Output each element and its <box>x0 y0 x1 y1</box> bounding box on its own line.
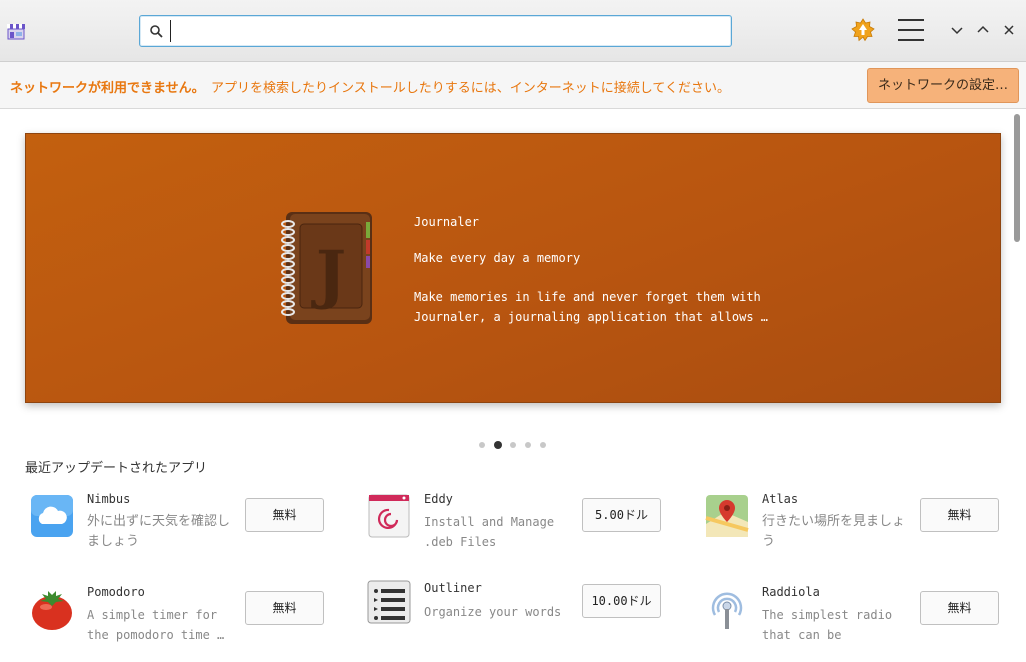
debian-icon <box>368 494 410 538</box>
featured-banner[interactable]: J Journaler Make every day a memory Make… <box>25 133 1001 403</box>
app-tile-eddy[interactable]: Eddy Install and Manage .deb Files 5.00ド… <box>367 492 667 574</box>
network-warning-message: アプリを検索したりインストールしたりするには、インターネットに接続してください。 <box>211 81 730 96</box>
app-summary: Install and Manage .deb Files <box>424 515 555 549</box>
radio-icon <box>711 592 743 629</box>
purchase-button[interactable]: 5.00ドル <box>582 498 661 532</box>
install-button[interactable]: 無料 <box>245 591 324 625</box>
app-tile-atlas[interactable]: Atlas 行きたい場所を見ましょう 無料 <box>705 492 1005 574</box>
updates-badge-icon[interactable] <box>851 18 875 42</box>
pager-dot-active[interactable] <box>494 441 502 449</box>
cloud-icon <box>31 495 73 537</box>
recently-updated-heading: 最近アップデートされたアプリ <box>25 461 208 476</box>
app-name: Pomodoro <box>87 585 145 599</box>
outline-list-icon <box>367 580 411 624</box>
app-summary: A simple timer for the pomodoro time … <box>87 608 225 642</box>
app-tile-pomodoro[interactable]: Pomodoro A simple timer for the pomodoro… <box>30 585 330 662</box>
install-button[interactable]: 無料 <box>920 498 999 532</box>
network-settings-button[interactable]: ネットワークの設定… <box>867 68 1019 103</box>
maximize-icon[interactable] <box>976 23 990 37</box>
pager-dot[interactable] <box>479 442 485 448</box>
app-summary: Organize your words <box>424 605 562 619</box>
journal-icon: J <box>281 212 372 324</box>
app-name: Raddiola <box>762 585 820 599</box>
app-tile-raddiola[interactable]: Raddiola The simplest radio that can be … <box>705 585 1005 662</box>
search-input[interactable] <box>170 20 720 42</box>
search-field[interactable] <box>139 15 732 47</box>
tomato-icon <box>32 591 72 630</box>
app-name: Atlas <box>762 492 799 506</box>
app-summary: 行きたい場所を見ましょう <box>762 514 906 549</box>
svg-text:J: J <box>311 237 346 312</box>
purchase-button[interactable]: 10.00ドル <box>582 584 661 618</box>
pager-dot[interactable] <box>525 442 531 448</box>
app-name: Eddy <box>424 492 453 506</box>
pager-dot[interactable] <box>540 442 546 448</box>
search-icon <box>150 25 163 38</box>
appcenter-icon <box>7 24 25 40</box>
menu-icon[interactable] <box>898 19 924 43</box>
app-summary: 外に出ずに天気を確認しましょう <box>87 514 231 549</box>
minimize-icon[interactable] <box>950 23 964 37</box>
install-button[interactable]: 無料 <box>245 498 324 532</box>
banner-app-summary: Make every day a memory <box>414 251 581 265</box>
pager-dot[interactable] <box>510 442 516 448</box>
close-icon[interactable] <box>1002 23 1016 37</box>
app-summary: The simplest radio that can be <box>762 608 893 642</box>
network-warning-bar: ネットワークが利用できません。 アプリを検索したりインストールしたりするには、イ… <box>0 62 1026 109</box>
header-bar <box>0 0 1026 62</box>
network-warning-title: ネットワークが利用できません。 <box>10 81 205 96</box>
app-tile-nimbus[interactable]: Nimbus 外に出ずに天気を確認しましょう 無料 <box>30 492 330 574</box>
map-pin-icon <box>705 495 749 537</box>
install-button[interactable]: 無料 <box>920 591 999 625</box>
banner-app-name: Journaler <box>414 215 480 229</box>
app-name: Nimbus <box>87 492 131 506</box>
scrollbar[interactable] <box>1014 114 1020 242</box>
app-tile-outliner[interactable]: Outliner Organize your words 10.00ドル <box>367 580 667 660</box>
banner-app-description: Make memories in life and never forget t… <box>414 290 769 324</box>
app-name: Outliner <box>424 581 482 595</box>
